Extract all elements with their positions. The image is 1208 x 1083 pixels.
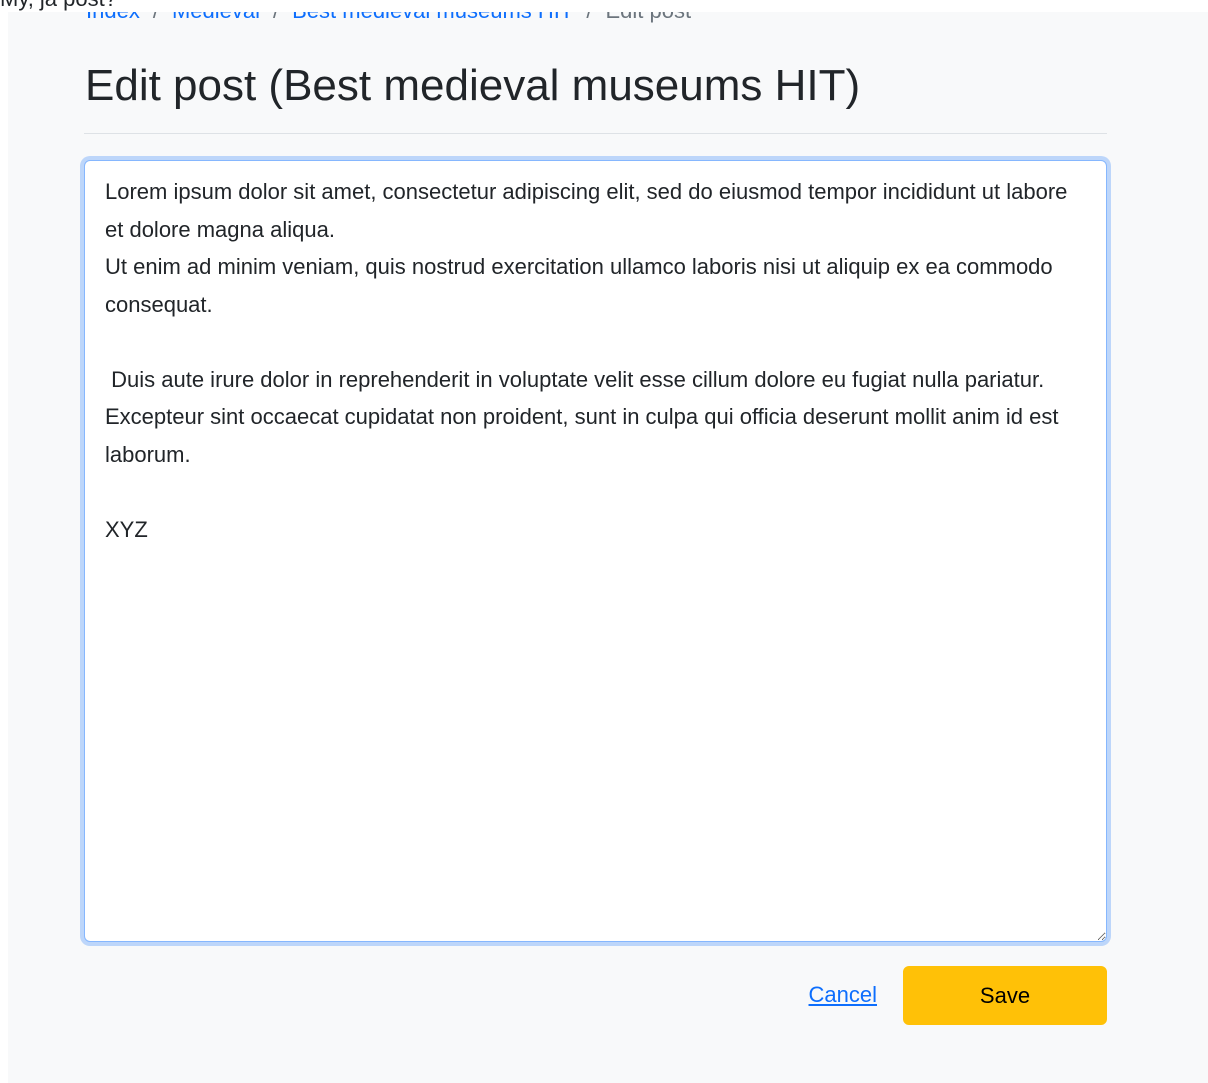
top-strip-label: My, ja post? <box>0 0 117 12</box>
save-button[interactable]: Save <box>903 966 1107 1025</box>
top-strip: My, ja post? <box>0 0 1208 12</box>
cancel-link[interactable]: Cancel <box>809 980 877 1010</box>
breadcrumb-item-medieval[interactable]: Medieval <box>172 12 260 24</box>
breadcrumb-separator: / <box>153 12 159 24</box>
page-container: Index / Medieval / Best medieval museums… <box>8 12 1208 1083</box>
page-title: Edit post (Best medieval museums HIT) <box>85 61 861 110</box>
breadcrumb-separator: / <box>273 12 279 24</box>
post-content-textarea[interactable] <box>84 160 1107 942</box>
breadcrumb: Index / Medieval / Best medieval museums… <box>86 12 691 24</box>
breadcrumb-item-post[interactable]: Best medieval museums HIT <box>292 12 573 24</box>
form-actions: Cancel Save <box>84 966 1107 1026</box>
breadcrumb-current: Edit post <box>605 12 691 24</box>
breadcrumb-item-index[interactable]: Index <box>86 12 140 24</box>
title-divider <box>84 133 1107 134</box>
breadcrumb-separator: / <box>586 12 592 24</box>
